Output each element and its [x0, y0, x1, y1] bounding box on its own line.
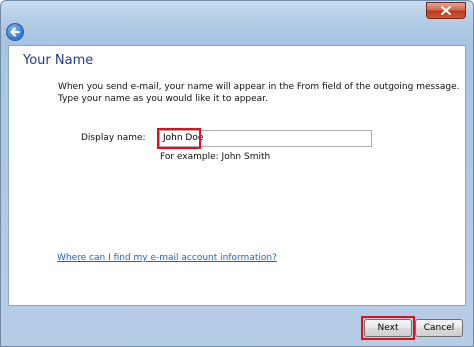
close-x-icon [441, 6, 451, 15]
description-line-2: Type your name as you would like it to a… [58, 94, 268, 104]
description: When you send e-mail, your name will app… [58, 81, 460, 105]
help-link[interactable]: Where can I find my e-mail account infor… [57, 253, 277, 263]
cancel-button[interactable]: Cancel [415, 319, 463, 337]
page-title: Your Name [23, 53, 94, 68]
next-button-highlight [361, 316, 415, 340]
back-button[interactable] [6, 23, 24, 41]
display-name-label: Display name: [81, 133, 146, 143]
close-button[interactable] [426, 2, 466, 19]
display-name-highlight [157, 128, 201, 149]
back-arrow-icon [10, 27, 20, 37]
title-bar [1, 1, 473, 19]
description-line-1: When you send e-mail, your name will app… [58, 82, 460, 92]
example-text: For example: John Smith [160, 152, 271, 162]
